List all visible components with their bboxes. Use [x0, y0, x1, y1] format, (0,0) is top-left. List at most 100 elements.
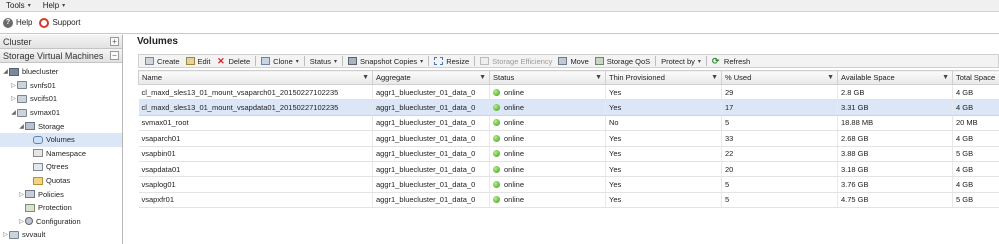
- svm-panel-header[interactable]: Storage Virtual Machines −: [0, 49, 122, 63]
- lifebuoy-icon: [39, 17, 50, 28]
- tree-item-label: Protection: [38, 203, 72, 213]
- collapse-icon[interactable]: −: [110, 51, 119, 60]
- chevron-down-icon: ▾: [334, 58, 338, 65]
- tree-item-configuration[interactable]: ▷ Configuration: [0, 215, 122, 229]
- cell-total-space: 4 GB: [952, 130, 999, 147]
- tree-item-bluecluster[interactable]: ◢ bluecluster: [0, 65, 122, 79]
- chevron-down-icon: ▾: [420, 58, 424, 65]
- support-button[interactable]: Support: [39, 17, 80, 28]
- cell-name: vsapxfr01: [138, 192, 373, 209]
- clone-dropdown[interactable]: Clone ▾: [258, 55, 302, 67]
- svm-icon: [17, 81, 27, 90]
- table-header-row: Name ▼ Aggregate ▼ Status ▼ Thin Provisione…: [138, 70, 999, 85]
- tree-expander-icon[interactable]: ▷: [2, 231, 9, 238]
- cell-available-space: 2.68 GB: [837, 130, 953, 147]
- tree-item-svnfs01[interactable]: ▷ svnfs01: [0, 79, 122, 93]
- tree-expander-icon[interactable]: ◢: [18, 123, 25, 130]
- volume-icon: [33, 135, 43, 144]
- tree-item-label: Volumes: [46, 135, 75, 145]
- status-dropdown[interactable]: Status ▾: [307, 55, 340, 67]
- column-header-thin-provisioned[interactable]: Thin Provisioned ▼: [605, 70, 722, 85]
- cluster-panel-header[interactable]: Cluster +: [0, 35, 122, 49]
- toolbar-divider: [303, 56, 305, 66]
- tree-expander-icon[interactable]: ◢: [2, 68, 9, 75]
- filter-icon[interactable]: ▼: [942, 74, 949, 81]
- tree-expander-icon[interactable]: ▷: [10, 82, 17, 89]
- create-button[interactable]: Create: [142, 55, 183, 67]
- snapshot-copies-dropdown[interactable]: Snapshot Copies ▾: [345, 55, 426, 67]
- help-button[interactable]: ? Help: [3, 17, 32, 28]
- qtree-icon: [33, 162, 43, 171]
- column-header-available-space[interactable]: Available Space ▼: [837, 70, 953, 85]
- svm-tree: ◢ bluecluster ▷ svnfs01 ▷ svcifs01 ◢ svm…: [0, 63, 122, 242]
- tree-expander-icon[interactable]: ▷: [18, 218, 25, 225]
- tree-expander-icon[interactable]: ▷: [10, 95, 17, 102]
- cluster-panel-title: Cluster: [3, 36, 32, 47]
- cell-available-space: 3.18 GB: [837, 161, 953, 178]
- tree-expander-icon[interactable]: ◢: [10, 109, 17, 116]
- tree-item-svvault[interactable]: ▷ svvault: [0, 228, 122, 242]
- cell-status: online: [489, 146, 606, 162]
- menu-tools[interactable]: Tools ▾: [0, 0, 37, 12]
- tree-item-namespace[interactable]: Namespace: [0, 147, 122, 161]
- filter-icon[interactable]: ▼: [595, 74, 602, 81]
- storage-qos-button[interactable]: Storage QoS: [592, 55, 653, 67]
- column-header-percent-used[interactable]: % Used ▼: [721, 70, 838, 85]
- cell-aggregate: aggr1_bluecluster_01_data_0: [372, 192, 490, 209]
- cell-percent-used: 5: [721, 115, 838, 132]
- cell-available-space: 3.31 GB: [837, 99, 953, 116]
- table-row[interactable]: cl_maxd_sles13_01_mount_vsapdata01_20150…: [138, 99, 999, 116]
- tree-item-svmax01[interactable]: ◢ svmax01: [0, 106, 122, 120]
- toolbar-divider: [705, 56, 707, 66]
- filter-icon[interactable]: ▼: [362, 74, 369, 81]
- column-header-label: Status: [493, 73, 515, 82]
- column-header-label: Thin Provisioned: [609, 73, 665, 82]
- storage-efficiency-button[interactable]: Storage Efficiency: [477, 55, 555, 67]
- refresh-icon: ⟳: [711, 56, 720, 66]
- column-header-status[interactable]: Status ▼: [489, 70, 606, 85]
- edit-button[interactable]: Edit: [183, 55, 214, 67]
- tree-item-svcifs01[interactable]: ▷ svcifs01: [0, 92, 122, 106]
- edit-icon: [185, 57, 195, 65]
- delete-button[interactable]: ✕ Delete: [213, 55, 253, 67]
- expand-icon[interactable]: +: [110, 37, 119, 46]
- volumes-table-body: cl_maxd_sles13_01_mount_vsaparch01_20150…: [138, 84, 999, 209]
- tree-item-storage[interactable]: ◢ Storage: [0, 119, 122, 133]
- column-header-name[interactable]: Name ▼: [138, 70, 373, 85]
- table-row[interactable]: vsapbin01 aggr1_bluecluster_01_data_0 on…: [138, 146, 999, 162]
- tree-item-quotas[interactable]: Quotas: [0, 174, 122, 188]
- column-header-aggregate[interactable]: Aggregate ▼: [372, 70, 490, 85]
- menu-help[interactable]: Help ▾: [37, 0, 71, 12]
- resize-button[interactable]: Resize: [431, 55, 472, 67]
- tree-expander-icon[interactable]: ▷: [18, 191, 25, 198]
- column-header-label: % Used: [725, 73, 752, 82]
- resize-label: Resize: [446, 56, 470, 66]
- chevron-down-icon: ▾: [27, 3, 31, 9]
- filter-icon[interactable]: ▼: [711, 74, 718, 81]
- filter-icon[interactable]: ▼: [479, 74, 486, 81]
- table-row[interactable]: vsaparch01 aggr1_bluecluster_01_data_0 o…: [138, 130, 999, 147]
- tree-item-policies[interactable]: ▷ Policies: [0, 187, 122, 201]
- online-status-icon: [493, 119, 500, 127]
- tree-item-label: Qtrees: [46, 162, 69, 172]
- table-row[interactable]: cl_maxd_sles13_01_mount_vsaparch01_20150…: [138, 84, 999, 101]
- move-button[interactable]: Move: [555, 55, 591, 67]
- volumes-table: Name ▼ Aggregate ▼ Status ▼ Thin Provisione…: [138, 70, 999, 209]
- tree-item-qtrees[interactable]: Qtrees: [0, 160, 122, 174]
- table-row[interactable]: vsaplog01 aggr1_bluecluster_01_data_0 on…: [138, 176, 999, 193]
- table-row[interactable]: vsapdata01 aggr1_bluecluster_01_data_0 o…: [138, 161, 999, 178]
- refresh-button[interactable]: ⟳ Refresh: [709, 55, 753, 67]
- tree-item-label: svnfs01: [30, 80, 56, 90]
- filter-icon[interactable]: ▼: [827, 74, 834, 81]
- table-row[interactable]: svmax01_root aggr1_bluecluster_01_data_0…: [138, 115, 999, 132]
- column-header-total-space[interactable]: Total Space: [952, 70, 999, 85]
- online-status-icon: [493, 181, 500, 189]
- chevron-down-icon: ▾: [697, 58, 701, 65]
- move-label: Move: [570, 56, 589, 66]
- tree-item-protection[interactable]: Protection: [0, 201, 122, 215]
- help-icon: ?: [3, 17, 13, 28]
- cell-percent-used: 17: [721, 99, 838, 116]
- table-row[interactable]: vsapxfr01 aggr1_bluecluster_01_data_0 on…: [138, 192, 999, 209]
- tree-item-volumes[interactable]: Volumes: [0, 132, 122, 147]
- protect-by-dropdown[interactable]: Protect by ▾: [658, 55, 704, 67]
